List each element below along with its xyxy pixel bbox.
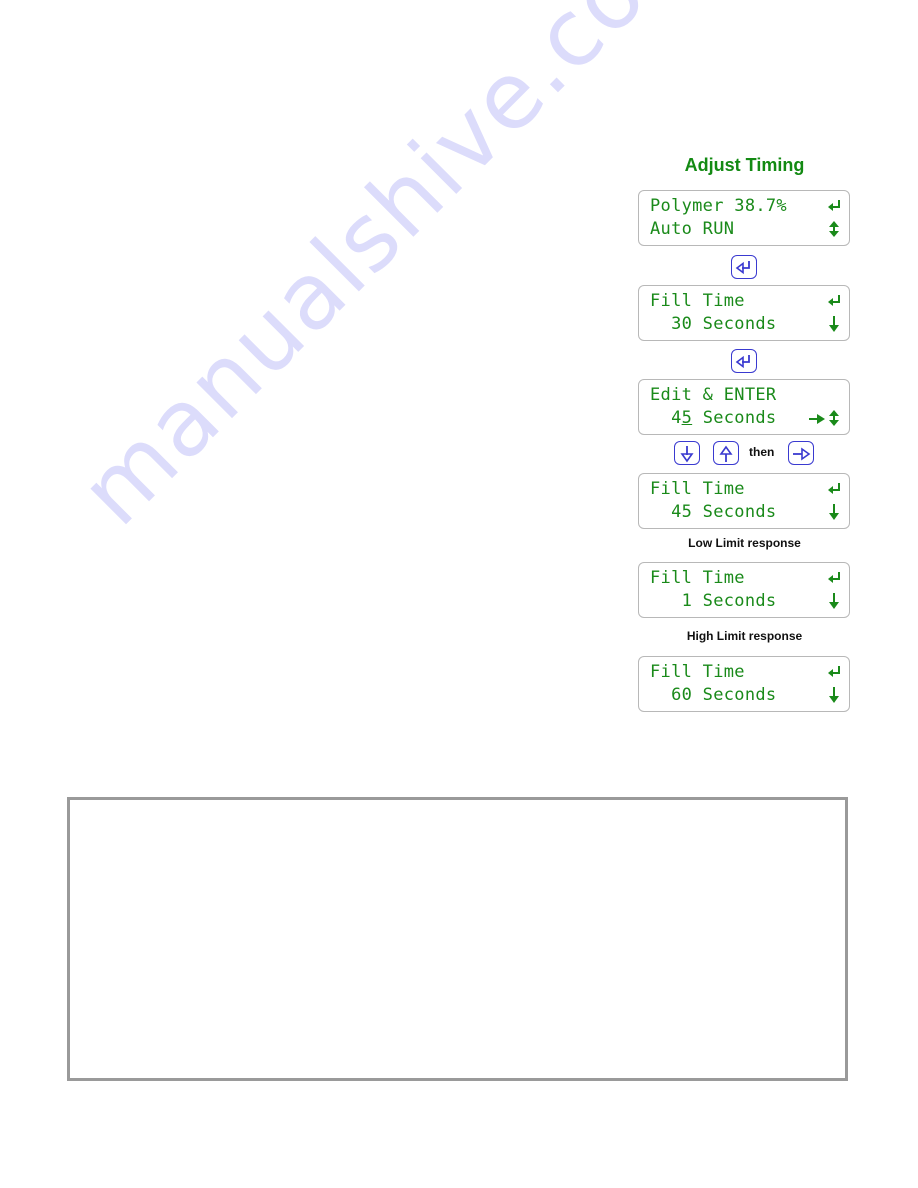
right-arrow-icon [809,414,825,424]
section-title: Adjust Timing [684,155,805,175]
lcd-screen-polymer: Polymer 38.7% Auto RUN [638,190,850,246]
lcd-screen-fill-time-45: Fill Time 45 Seconds [638,473,850,529]
up-key[interactable] [713,441,739,465]
enter-icon [735,355,750,369]
up-arrow-icon [719,445,733,462]
right-key[interactable] [788,441,814,465]
enter-icon [828,295,840,306]
enter-icon [828,572,840,583]
note-box [67,797,848,1081]
lcd-line-2: 30 Seconds [650,314,777,334]
down-key[interactable] [674,441,700,465]
lcd-screen-fill-time-60: Fill Time 60 Seconds [638,656,850,712]
watermark: manualshive.com [60,0,732,546]
enter-icon [828,666,840,677]
lcd-line-2: 60 Seconds [650,685,777,705]
caption-low-limit: Low Limit response [688,536,801,550]
enter-icon [735,261,750,275]
enter-icon [828,200,840,211]
right-arrow-icon [793,447,811,461]
down-arrow-icon [829,504,839,520]
caption-high-limit: High Limit response [686,629,803,643]
enter-icon [828,483,840,494]
enter-key[interactable] [731,255,757,279]
lcd-line-1: Edit & ENTER [650,385,777,405]
lcd-line-2: 45 Seconds [650,408,776,428]
lcd-screen-edit-enter: Edit & ENTER 45 Seconds [638,379,850,435]
down-arrow-icon [680,446,694,463]
lcd-line-1: Polymer 38.7% [650,196,787,216]
lcd-line-1: Fill Time [650,291,745,311]
lcd-screen-fill-time-1: Fill Time 1 Seconds [638,562,850,618]
value-suffix: Seconds [692,408,777,428]
then-label: then [749,445,775,459]
lcd-line-2: 1 Seconds [650,591,777,611]
value-prefix: 4 [650,408,682,428]
lcd-screen-fill-time-30: Fill Time 30 Seconds [638,285,850,341]
cursor-digit: 5 [681,408,693,428]
lcd-line-1: Fill Time [650,479,745,499]
lcd-line-1: Fill Time [650,662,745,682]
lcd-line-2: Auto RUN [650,219,735,239]
down-arrow-icon [829,593,839,609]
up-down-icon [829,221,839,237]
lcd-line-1: Fill Time [650,568,745,588]
down-arrow-icon [829,316,839,332]
lcd-line-2: 45 Seconds [650,502,777,522]
down-arrow-icon [829,687,839,703]
up-down-icon [829,410,839,426]
enter-key[interactable] [731,349,757,373]
